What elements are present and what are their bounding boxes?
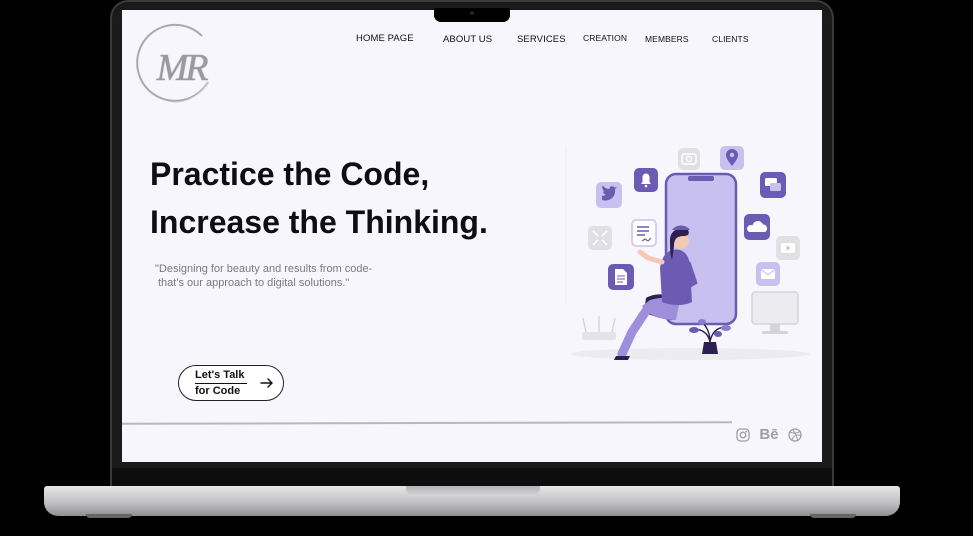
screen-bezel-bottom — [112, 468, 832, 486]
website-screen: MR HOME PAGE ABOUT US SERVICES CREATION … — [122, 10, 822, 462]
hero-title-line1: Practice the Code, — [150, 156, 430, 192]
chat-icon — [760, 172, 786, 198]
camera-notch — [434, 8, 510, 22]
laptop-base-groove — [406, 486, 540, 496]
nav-services[interactable]: SERVICES — [517, 34, 566, 45]
cloud-icon — [744, 214, 770, 240]
location-pin-icon — [720, 146, 744, 170]
cta-line1: Let's Talk — [195, 369, 245, 381]
behance-icon-text: Bē — [759, 426, 779, 443]
nav-home-page[interactable]: HOME PAGE — [356, 33, 414, 44]
camera-icon — [678, 148, 700, 170]
mail-icon — [756, 262, 780, 286]
expand-icon — [588, 226, 612, 250]
dribbble-icon[interactable] — [786, 426, 804, 444]
section-divider — [122, 421, 733, 425]
logo-text: MR — [156, 47, 209, 89]
nav-members[interactable]: MEMBERS — [645, 34, 689, 44]
main-nav: HOME PAGE ABOUT US SERVICES CREATION MEM… — [122, 32, 822, 52]
laptop-foot-right — [810, 514, 856, 518]
behance-icon[interactable]: Bē — [756, 426, 782, 444]
video-play-icon — [776, 236, 800, 260]
lets-talk-button[interactable]: Let's Talk for Code — [178, 365, 284, 401]
tagline-line2: that's our approach to digital solutions… — [158, 277, 350, 289]
hero-title-line2: Increase the Thinking. — [150, 204, 488, 240]
laptop-mockup: MR HOME PAGE ABOUT US SERVICES CREATION … — [0, 0, 973, 536]
nav-about-us[interactable]: ABOUT US — [443, 34, 492, 45]
nav-clients[interactable]: CLIENTS — [712, 34, 749, 44]
arrow-right-icon — [260, 378, 273, 388]
twitter-icon — [596, 182, 622, 208]
document-edit-icon — [631, 219, 657, 247]
bell-icon — [634, 168, 658, 192]
monitor-icon — [751, 291, 799, 334]
router-icon — [582, 316, 616, 340]
tagline-line1: "Designing for beauty and results from c… — [155, 263, 373, 275]
hero-tagline: "Designing for beauty and results from c… — [155, 262, 415, 290]
nav-creation[interactable]: CREATION — [583, 33, 627, 43]
file-icon — [608, 264, 634, 290]
laptop-foot-left — [86, 514, 132, 518]
cta-underline — [195, 383, 247, 384]
cta-line2: for Code — [195, 385, 241, 397]
instagram-icon[interactable] — [734, 426, 752, 444]
developer-illustration — [565, 146, 810, 360]
